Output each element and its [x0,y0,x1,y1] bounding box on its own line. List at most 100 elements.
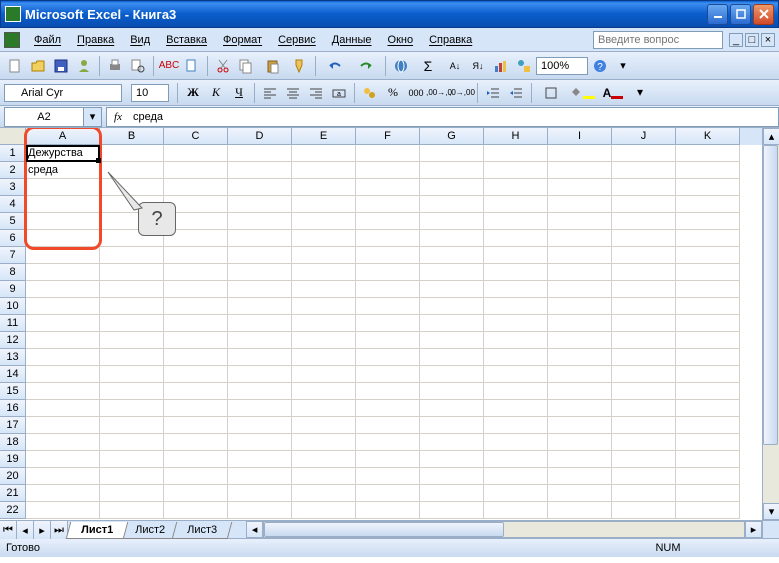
cell-E19[interactable] [292,451,356,468]
cell-J11[interactable] [612,315,676,332]
scroll-right-button[interactable]: ▸ [745,521,762,538]
bold-button[interactable]: Ж [182,82,204,104]
cell-F6[interactable] [356,230,420,247]
spreadsheet-grid[interactable]: A B C D E F G H I J K 1Дежурства2среда34… [0,128,762,520]
cell-H21[interactable] [484,485,548,502]
cell-H10[interactable] [484,298,548,315]
cell-A22[interactable] [26,502,100,519]
cell-I9[interactable] [548,281,612,298]
cell-G17[interactable] [420,417,484,434]
print-preview-button[interactable] [127,55,149,77]
cell-I21[interactable] [548,485,612,502]
sheet-tab-3[interactable]: Лист3 [172,522,233,539]
cell-F8[interactable] [356,264,420,281]
row-header-4[interactable]: 4 [0,196,26,213]
cell-D16[interactable] [228,400,292,417]
cell-H15[interactable] [484,383,548,400]
cell-J12[interactable] [612,332,676,349]
cell-G21[interactable] [420,485,484,502]
cell-E14[interactable] [292,366,356,383]
cell-A16[interactable] [26,400,100,417]
cell-J6[interactable] [612,230,676,247]
cell-D4[interactable] [228,196,292,213]
cell-I17[interactable] [548,417,612,434]
cell-K8[interactable] [676,264,740,281]
cell-C13[interactable] [164,349,228,366]
cell-A13[interactable] [26,349,100,366]
cell-B15[interactable] [100,383,164,400]
cell-F4[interactable] [356,196,420,213]
cell-A20[interactable] [26,468,100,485]
cell-A12[interactable] [26,332,100,349]
cell-J16[interactable] [612,400,676,417]
cell-H11[interactable] [484,315,548,332]
cell-B11[interactable] [100,315,164,332]
cell-D18[interactable] [228,434,292,451]
cell-E16[interactable] [292,400,356,417]
chart-button[interactable] [490,55,512,77]
cell-H5[interactable] [484,213,548,230]
cell-C7[interactable] [164,247,228,264]
cell-G13[interactable] [420,349,484,366]
cell-J3[interactable] [612,179,676,196]
cell-C21[interactable] [164,485,228,502]
open-button[interactable] [27,55,49,77]
cell-I16[interactable] [548,400,612,417]
cell-A21[interactable] [26,485,100,502]
cell-H3[interactable] [484,179,548,196]
align-center-button[interactable] [282,82,304,104]
cell-D8[interactable] [228,264,292,281]
mdi-minimize[interactable]: _ [729,33,743,47]
cell-B12[interactable] [100,332,164,349]
cell-F12[interactable] [356,332,420,349]
cell-I3[interactable] [548,179,612,196]
cell-E8[interactable] [292,264,356,281]
cell-J18[interactable] [612,434,676,451]
row-header-9[interactable]: 9 [0,281,26,298]
cell-F18[interactable] [356,434,420,451]
minimize-button[interactable] [707,4,728,25]
cell-G14[interactable] [420,366,484,383]
cell-I7[interactable] [548,247,612,264]
cell-G20[interactable] [420,468,484,485]
sort-asc-button[interactable]: А↓ [444,55,466,77]
autosum-button[interactable]: Σ [413,55,443,77]
v-scroll-thumb[interactable] [763,145,778,445]
sheet-prev-button[interactable]: ◂ [17,521,34,539]
cell-B1[interactable] [100,145,164,162]
cell-E5[interactable] [292,213,356,230]
cell-A8[interactable] [26,264,100,281]
research-button[interactable] [181,55,203,77]
cell-B18[interactable] [100,434,164,451]
cell-J2[interactable] [612,162,676,179]
cell-A3[interactable] [26,179,100,196]
cell-F15[interactable] [356,383,420,400]
cell-G4[interactable] [420,196,484,213]
cell-I10[interactable] [548,298,612,315]
menu-data[interactable]: Данные [324,32,380,48]
cell-B13[interactable] [100,349,164,366]
cell-C9[interactable] [164,281,228,298]
decrease-decimal-button[interactable]: ,0→,00 [451,82,473,104]
col-header-J[interactable]: J [612,128,676,145]
cell-J13[interactable] [612,349,676,366]
cell-E2[interactable] [292,162,356,179]
cell-D10[interactable] [228,298,292,315]
cell-G12[interactable] [420,332,484,349]
row-header-5[interactable]: 5 [0,213,26,230]
maximize-button[interactable] [730,4,751,25]
fmt-toolbar-options[interactable]: ▾ [629,82,651,104]
menu-view[interactable]: Вид [122,32,158,48]
cell-F22[interactable] [356,502,420,519]
cell-B10[interactable] [100,298,164,315]
cell-E15[interactable] [292,383,356,400]
mdi-restore[interactable]: □ [745,33,759,47]
cell-C16[interactable] [164,400,228,417]
cell-K6[interactable] [676,230,740,247]
scroll-down-button[interactable]: ▾ [763,503,779,520]
redo-button[interactable] [351,55,381,77]
cell-F5[interactable] [356,213,420,230]
save-button[interactable] [50,55,72,77]
cell-C10[interactable] [164,298,228,315]
cell-E1[interactable] [292,145,356,162]
